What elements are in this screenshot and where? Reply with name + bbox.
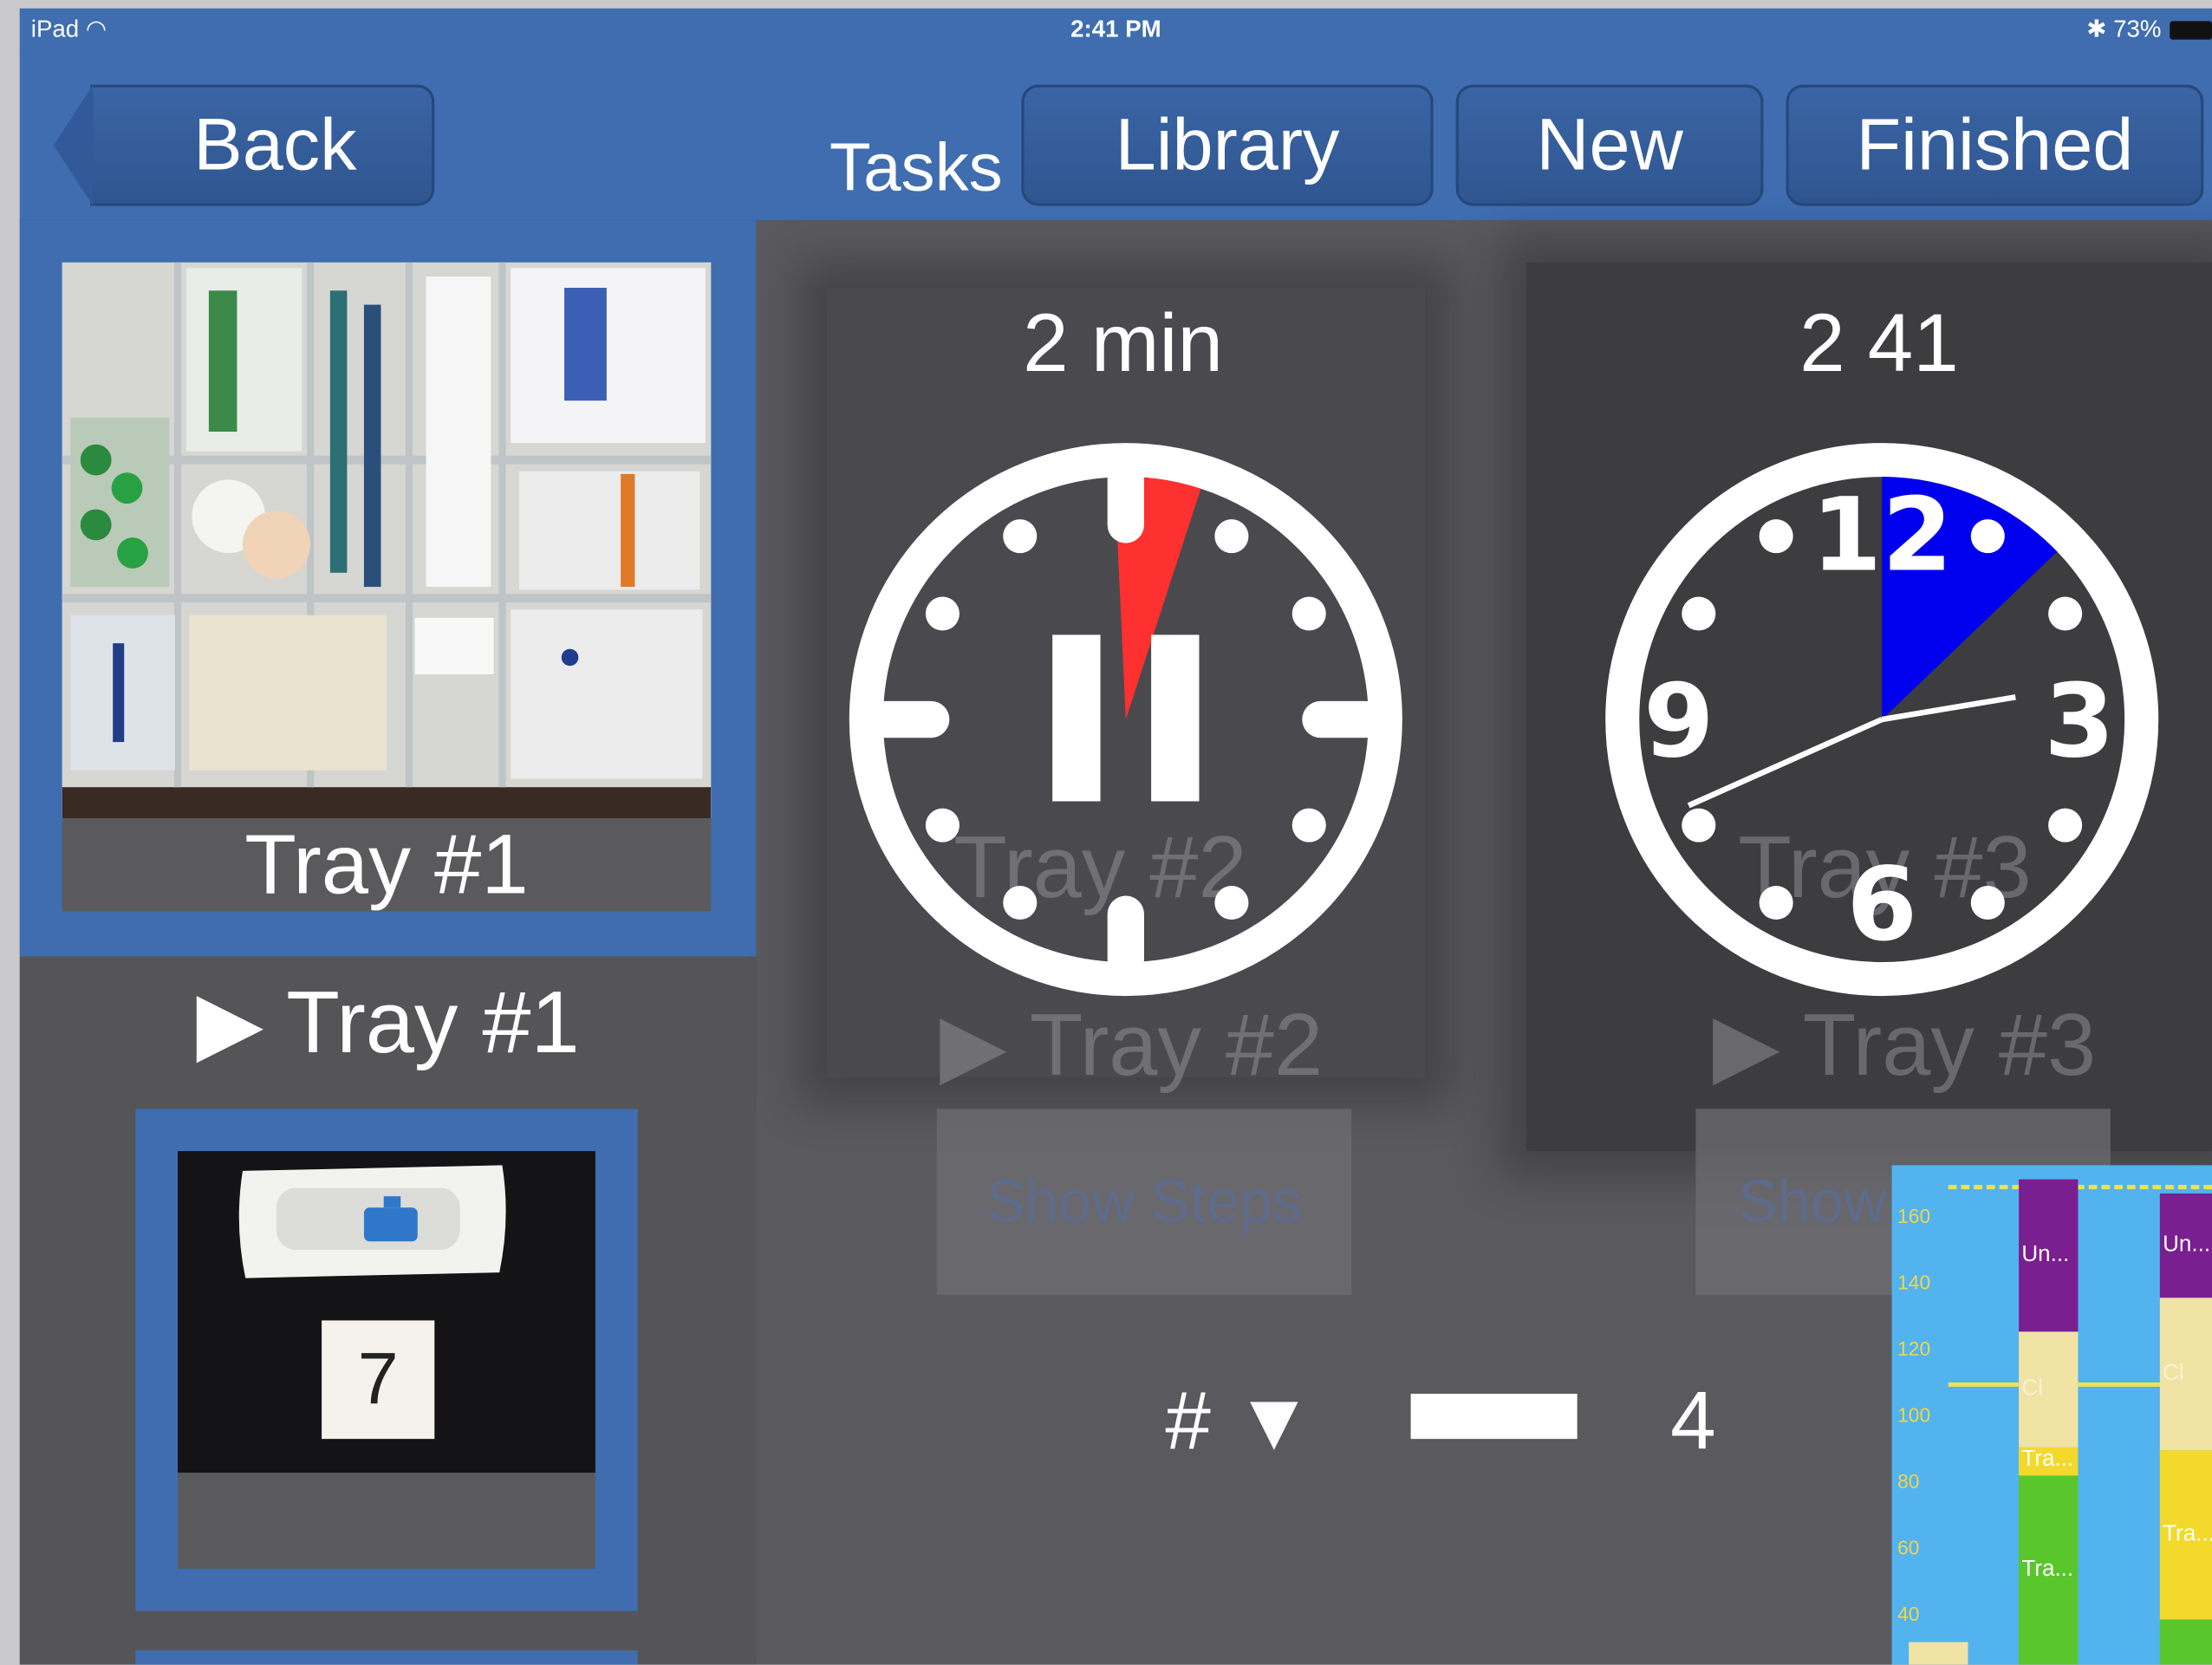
- mini-tick-80: 80: [1897, 1469, 1920, 1493]
- count-bar: [1410, 1394, 1578, 1440]
- new-button[interactable]: New: [1455, 84, 1764, 206]
- mini-seg-2: Cl: [2019, 1331, 2079, 1447]
- timer-minor-dot: [925, 808, 960, 842]
- minute-hand: [1687, 717, 1883, 809]
- count-label[interactable]: # ▼: [1165, 1374, 1314, 1468]
- pause-icon-right: [1151, 634, 1200, 802]
- finished-button[interactable]: Finished: [1786, 84, 2204, 206]
- timer-minor-dot: [1003, 885, 1038, 920]
- count-value: 4: [1670, 1375, 1716, 1467]
- tray3-play[interactable]: ▶ Tray #3: [1713, 993, 2096, 1096]
- mini-seg-3: Tra...: [2019, 1447, 2079, 1476]
- mini-chart: 160 140 120 100 80 60 40 Un... Cl Tra...…: [1891, 1165, 2212, 1665]
- step-photo: 7: [178, 1151, 595, 1473]
- clock-dot: [1682, 596, 1716, 631]
- tray2-play[interactable]: ▶ Tray #2: [940, 993, 1323, 1096]
- mini-seg-7: Tra...: [2159, 1450, 2212, 1620]
- mini-tick-100: 100: [1897, 1403, 1931, 1427]
- tray-photo: [62, 262, 712, 819]
- back-button[interactable]: Back: [53, 84, 435, 206]
- tray-photo-image: [62, 262, 712, 819]
- timer-minor-dot: [1214, 885, 1249, 920]
- timer-clock[interactable]: [843, 438, 1408, 1002]
- clock-dot: [1970, 519, 2005, 554]
- timer-minor-dot: [1214, 519, 1249, 554]
- mini-tick-60: 60: [1897, 1536, 1920, 1559]
- clock-dot: [1682, 808, 1716, 842]
- timer-minor-dot: [1003, 519, 1038, 554]
- library-button[interactable]: Library: [1021, 84, 1434, 206]
- clock-dot: [1759, 519, 1793, 554]
- analog-clock: 12 3 6 9: [1605, 443, 2159, 997]
- status-bar: iPad ◠ 2:41 PM ✱ 73%: [19, 8, 2212, 51]
- mini-seg-6: Cl: [2159, 1298, 2212, 1451]
- bluetooth-icon: ✱: [2086, 15, 2107, 42]
- mini-seg-4: Tra...: [2019, 1475, 2079, 1665]
- hour-hand: [1881, 694, 2016, 723]
- mini-tick-40: 40: [1897, 1602, 1920, 1625]
- mini-tick-160: 160: [1897, 1204, 1931, 1228]
- tasks-label: Tasks: [830, 131, 1003, 206]
- mini-seg-5: Un...: [2159, 1193, 2212, 1298]
- mini-seg-1: Un...: [2019, 1179, 2079, 1332]
- mini-bar-0: [1909, 1642, 1968, 1665]
- step-card[interactable]: 7: [135, 1109, 638, 1611]
- clock-title: 2 41: [1799, 297, 1959, 390]
- sidebar: Tray #1 ▶ Tray #1 7: [19, 219, 757, 1665]
- mini-tick-120: 120: [1897, 1337, 1931, 1361]
- clock-numeral-3: 3: [2044, 661, 2115, 780]
- play-tray-button[interactable]: ▶ Tray #1: [20, 971, 757, 1074]
- selected-tray-card[interactable]: Tray #1: [19, 219, 757, 957]
- timer-title: 2 min: [1023, 297, 1223, 390]
- timer-minor-dot: [925, 596, 960, 631]
- battery-icon: [2170, 21, 2212, 40]
- clock-dot: [1759, 885, 1793, 920]
- step-number: 7: [357, 1338, 399, 1421]
- selected-tray-label: Tray #1: [62, 817, 712, 912]
- timer-minor-dot: [1291, 808, 1326, 842]
- step-label: [178, 1473, 595, 1569]
- pause-icon-left: [1052, 634, 1101, 802]
- clock-dot: [1970, 885, 2005, 920]
- mini-tick-140: 140: [1897, 1271, 1931, 1294]
- clock-numeral-12: 12: [1812, 476, 1953, 595]
- next-step-card[interactable]: [135, 1650, 638, 1665]
- status-time: 2:41 PM: [1070, 15, 1161, 42]
- battery-percent: ✱ 73%: [2086, 15, 2162, 42]
- mini-seg-8: [2159, 1619, 2212, 1665]
- show-steps-button[interactable]: Show Steps: [936, 1109, 1352, 1296]
- clock-numeral-6: 6: [1846, 845, 1917, 964]
- ipad-screen: iPad ◠ 2:41 PM ✱ 73% Back Tasks Library …: [19, 8, 2212, 1665]
- timer-minor-dot: [1291, 596, 1326, 631]
- clock-dot: [2048, 596, 2083, 631]
- mini-chart-dashed-line: [1948, 1185, 2212, 1190]
- clock-numeral-9: 9: [1643, 661, 1714, 780]
- nav-bar: Back Tasks Library New Finished: [19, 50, 2212, 224]
- clock-dot: [2048, 808, 2083, 842]
